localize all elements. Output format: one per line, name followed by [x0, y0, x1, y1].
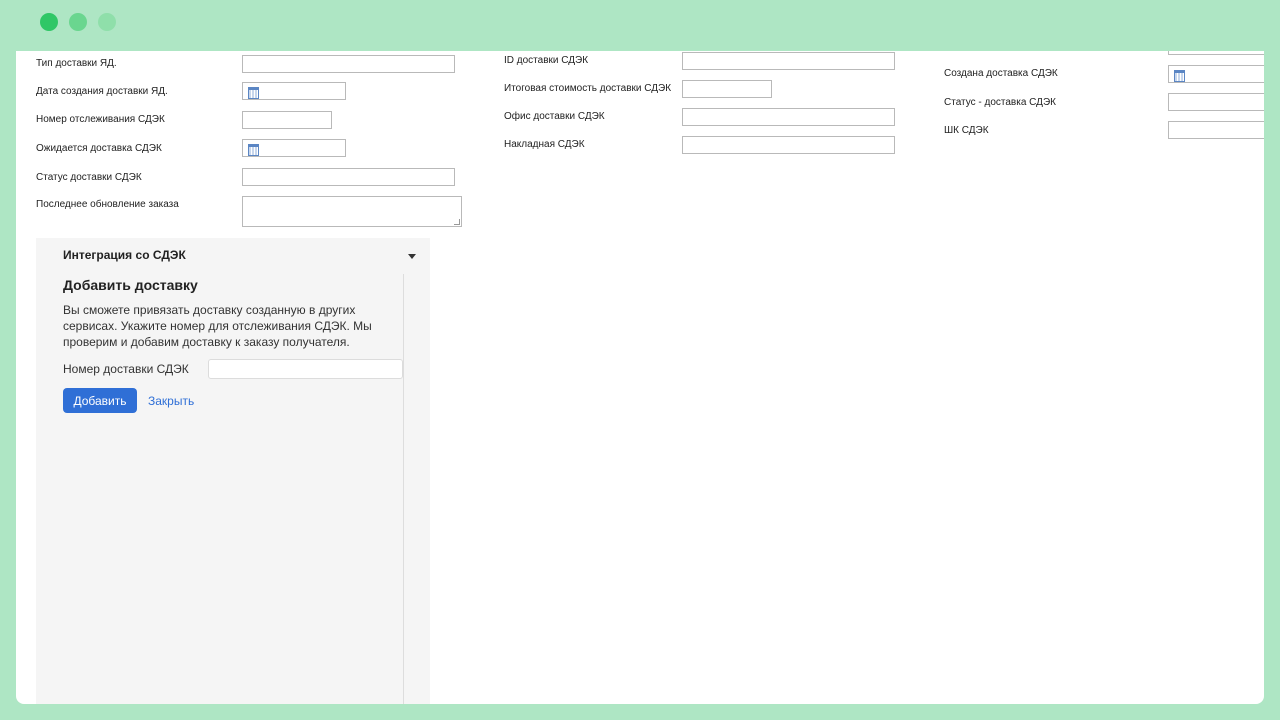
add-button[interactable]: Добавить [63, 388, 137, 413]
label-delivery-id-cdek: ID доставки СДЭК [504, 55, 589, 66]
textarea-last-order-update[interactable] [242, 196, 462, 227]
label-waybill-cdek: Накладная СДЭК [504, 139, 585, 150]
input-delivery-status-cdek[interactable] [242, 168, 455, 186]
add-delivery-description: Вы сможете привязать доставку созданную … [63, 303, 372, 349]
input-column3-top-partial[interactable] [1168, 51, 1264, 55]
label-expected-delivery-cdek: Ожидается доставка СДЭК [36, 143, 162, 154]
label-delivery-status-cdek: Статус доставки СДЭК [36, 172, 142, 183]
cdek-delivery-number-label: Номер доставки СДЭК [63, 362, 189, 376]
label-status-delivery-cdek: Статус - доставка СДЭК [944, 97, 1056, 108]
input-waybill-cdek[interactable] [682, 136, 895, 154]
panel-header[interactable]: Интеграция со СДЭК [63, 248, 186, 262]
label-office-cdek: Офис доставки СДЭК [504, 111, 605, 122]
input-tracking-number-cdek[interactable] [242, 111, 332, 129]
input-office-cdek[interactable] [682, 108, 895, 126]
chevron-down-icon[interactable] [408, 254, 416, 259]
close-window-dot[interactable] [40, 13, 58, 31]
label-tracking-number-cdek: Номер отслеживания СДЭК [36, 114, 165, 125]
cdek-integration-panel: Интеграция со СДЭК Добавить доставку Вы … [36, 238, 430, 704]
add-delivery-title: Добавить доставку [63, 277, 198, 293]
maximize-window-dot[interactable] [98, 13, 116, 31]
input-delivery-type-yd[interactable] [242, 55, 455, 73]
date-input-expected-delivery-cdek[interactable] [242, 139, 346, 157]
label-last-order-update: Последнее обновление заказа [36, 199, 179, 210]
label-created-delivery-cdek: Создана доставка СДЭК [944, 68, 1058, 79]
date-input-created-delivery-cdek[interactable] [1168, 65, 1264, 83]
date-input-delivery-created-yd[interactable] [242, 82, 346, 100]
app-window: Тип доставки ЯД. Дата создания доставки … [16, 51, 1264, 704]
cdek-delivery-number-input[interactable] [208, 359, 403, 379]
label-delivery-created-date-yd: Дата создания доставки ЯД. [36, 86, 168, 97]
input-total-cost-cdek[interactable] [682, 80, 772, 98]
input-delivery-id-cdek[interactable] [682, 52, 895, 70]
minimize-window-dot[interactable] [69, 13, 87, 31]
label-delivery-type-yd: Тип доставки ЯД. [36, 58, 117, 69]
input-status-delivery-cdek[interactable] [1168, 93, 1264, 111]
panel-divider [403, 274, 404, 704]
label-total-cost-cdek: Итоговая стоимость доставки СДЭК [504, 83, 672, 94]
window-controls [40, 13, 116, 31]
close-link[interactable]: Закрыть [148, 394, 194, 408]
label-barcode-cdek: ШК СДЭК [944, 125, 989, 136]
input-barcode-cdek[interactable] [1168, 121, 1264, 139]
